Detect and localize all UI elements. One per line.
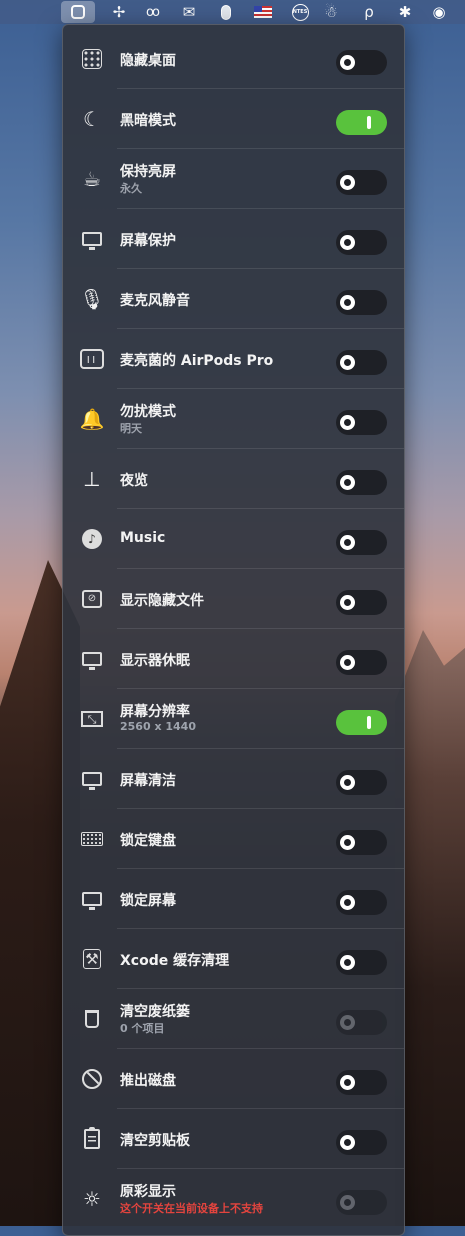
bluetooth-icon[interactable]: ✱	[388, 0, 422, 24]
toggle-switch[interactable]	[336, 770, 387, 795]
toggle-switch[interactable]	[336, 710, 387, 735]
toggle-row-true-tone[interactable]: ☼ 原彩显示 这个开关在当前设备上不支持	[63, 1169, 404, 1229]
row-label: 清空剪贴板	[120, 1133, 190, 1149]
toggle-switch[interactable]	[336, 1010, 387, 1035]
toggle-switch[interactable]	[336, 890, 387, 915]
toggle-row-do-not-disturb[interactable]: 🔔 勿扰模式 明天	[63, 389, 404, 449]
toggle-switch[interactable]	[336, 950, 387, 975]
toggles-panel: 隐藏桌面 ☾ 黑暗模式 ☕ 保持亮屏 永久 屏幕保护 🎙 麦克风静音 ıı 麦亮…	[62, 24, 405, 1236]
row-label: 屏幕分辨率	[120, 704, 190, 720]
toggle-row-screen-clean[interactable]: 屏幕清洁	[63, 749, 404, 809]
toggle-row-night-shift[interactable]: ⊥ 夜览	[63, 449, 404, 509]
mouse-icon[interactable]	[209, 0, 243, 24]
row-label: 麦克风静音	[120, 293, 190, 309]
screensaver-icon	[79, 227, 105, 251]
row-label: 屏幕保护	[120, 233, 176, 249]
row-label: 夜览	[120, 473, 148, 489]
toggle-row-xcode-cache[interactable]: ⚒ Xcode 缓存清理	[63, 929, 404, 989]
true-tone-icon: ☼	[83, 1187, 101, 1211]
toggle-row-eject-disks[interactable]: 推出磁盘	[63, 1049, 404, 1109]
eject-disk-icon	[79, 1067, 105, 1091]
xcode-icon: ⚒	[79, 947, 105, 971]
toggle-switch[interactable]	[336, 110, 387, 135]
toggle-switch[interactable]	[336, 1070, 387, 1095]
ntes-icon[interactable]: NTES	[283, 0, 317, 24]
row-label: 勿扰模式	[120, 404, 176, 420]
toggle-row-clear-clipboard[interactable]: 清空剪贴板	[63, 1109, 404, 1169]
row-label: 原彩显示	[120, 1184, 176, 1200]
glasses-icon[interactable]: oo	[135, 0, 169, 24]
toggle-row-airpods[interactable]: ıı 麦亮菌的 AirPods Pro	[63, 329, 404, 389]
toggle-switch[interactable]	[336, 230, 387, 255]
row-label: 黑暗模式	[120, 113, 176, 129]
qq-icon[interactable]: ☃	[314, 0, 348, 24]
display-sleep-icon	[79, 647, 105, 671]
toggle-row-lock-screen[interactable]: 锁定屏幕	[63, 869, 404, 929]
moon-icon: ☾	[83, 107, 101, 131]
toggle-row-hide-desktop[interactable]: 隐藏桌面	[63, 29, 404, 89]
toggle-switch[interactable]	[336, 410, 387, 435]
toggle-switch[interactable]	[336, 290, 387, 315]
clipboard-icon	[79, 1127, 105, 1151]
row-label: Music	[120, 530, 166, 546]
row-label: Xcode 缓存清理	[120, 953, 230, 969]
toggle-row-screensaver[interactable]: 屏幕保护	[63, 209, 404, 269]
microphone-icon: 🎙	[79, 287, 105, 311]
toggle-row-music[interactable]: ♪ Music	[63, 509, 404, 569]
screen-lock-icon	[79, 887, 105, 911]
desktop-grid-icon	[79, 47, 105, 71]
airpods-icon: ıı	[79, 347, 105, 371]
row-label: 隐藏桌面	[120, 53, 176, 69]
row-sublabel: 0 个项目	[120, 1022, 165, 1035]
resolution-icon: ⤡	[79, 707, 105, 731]
hidden-file-icon: ⊘	[79, 587, 105, 611]
row-warning: 这个开关在当前设备上不支持	[120, 1202, 263, 1215]
toggle-row-dark-mode[interactable]: ☾ 黑暗模式	[63, 89, 404, 149]
toggle-switch[interactable]	[336, 350, 387, 375]
toggle-switch[interactable]	[336, 170, 387, 195]
toggle-row-resolution[interactable]: ⤡ 屏幕分辨率 2560 x 1440	[63, 689, 404, 749]
wechat-icon[interactable]: ✉	[172, 0, 206, 24]
row-label: 推出磁盘	[120, 1073, 176, 1089]
row-sublabel: 永久	[120, 182, 142, 195]
lamp-icon: ⊥	[83, 467, 101, 491]
row-label: 锁定键盘	[120, 833, 176, 849]
bell-icon: 🔔	[79, 407, 105, 431]
app-switch-icon[interactable]	[61, 1, 95, 23]
wifi-icon[interactable]: ◉	[422, 0, 456, 24]
toggle-switch[interactable]	[336, 650, 387, 675]
p-icon[interactable]: ρ	[352, 0, 386, 24]
row-label: 显示器休眠	[120, 653, 190, 669]
row-sublabel: 明天	[120, 422, 142, 435]
row-label: 麦亮菌的 AirPods Pro	[120, 353, 274, 369]
toggle-switch[interactable]	[336, 590, 387, 615]
toggle-switch[interactable]	[336, 530, 387, 555]
toggle-row-empty-trash[interactable]: 清空废纸篓 0 个项目	[63, 989, 404, 1049]
toggle-switch[interactable]	[336, 50, 387, 75]
toggle-switch[interactable]	[336, 830, 387, 855]
row-label: 清空废纸篓	[120, 1004, 190, 1020]
toggle-row-mic-mute[interactable]: 🎙 麦克风静音	[63, 269, 404, 329]
trash-icon	[79, 1007, 105, 1031]
toggle-row-show-hidden-files[interactable]: ⊘ 显示隐藏文件	[63, 569, 404, 629]
toggle-switch[interactable]	[336, 1190, 387, 1215]
keyboard-lock-icon	[79, 827, 105, 851]
row-sublabel: 2560 x 1440	[120, 720, 196, 733]
fan-icon[interactable]: ✢	[102, 0, 136, 24]
toggle-switch[interactable]	[336, 470, 387, 495]
music-icon: ♪	[79, 527, 105, 551]
screen-clean-icon	[79, 767, 105, 791]
row-label: 保持亮屏	[120, 164, 176, 180]
toggle-row-lock-keyboard[interactable]: 锁定键盘	[63, 809, 404, 869]
toggle-row-keep-awake[interactable]: ☕ 保持亮屏 永久	[63, 149, 404, 209]
menu-bar: ✢ oo ✉ NTES ☃ ρ ✱ ◉	[0, 0, 465, 24]
us-flag-icon[interactable]	[246, 0, 280, 24]
row-label: 锁定屏幕	[120, 893, 176, 909]
row-label: 显示隐藏文件	[120, 593, 204, 609]
row-label: 屏幕清洁	[120, 773, 176, 789]
toggle-row-display-sleep[interactable]: 显示器休眠	[63, 629, 404, 689]
desktop-mountain-right	[395, 630, 465, 1226]
coffee-cup-icon: ☕	[83, 167, 101, 191]
toggle-switch[interactable]	[336, 1130, 387, 1155]
